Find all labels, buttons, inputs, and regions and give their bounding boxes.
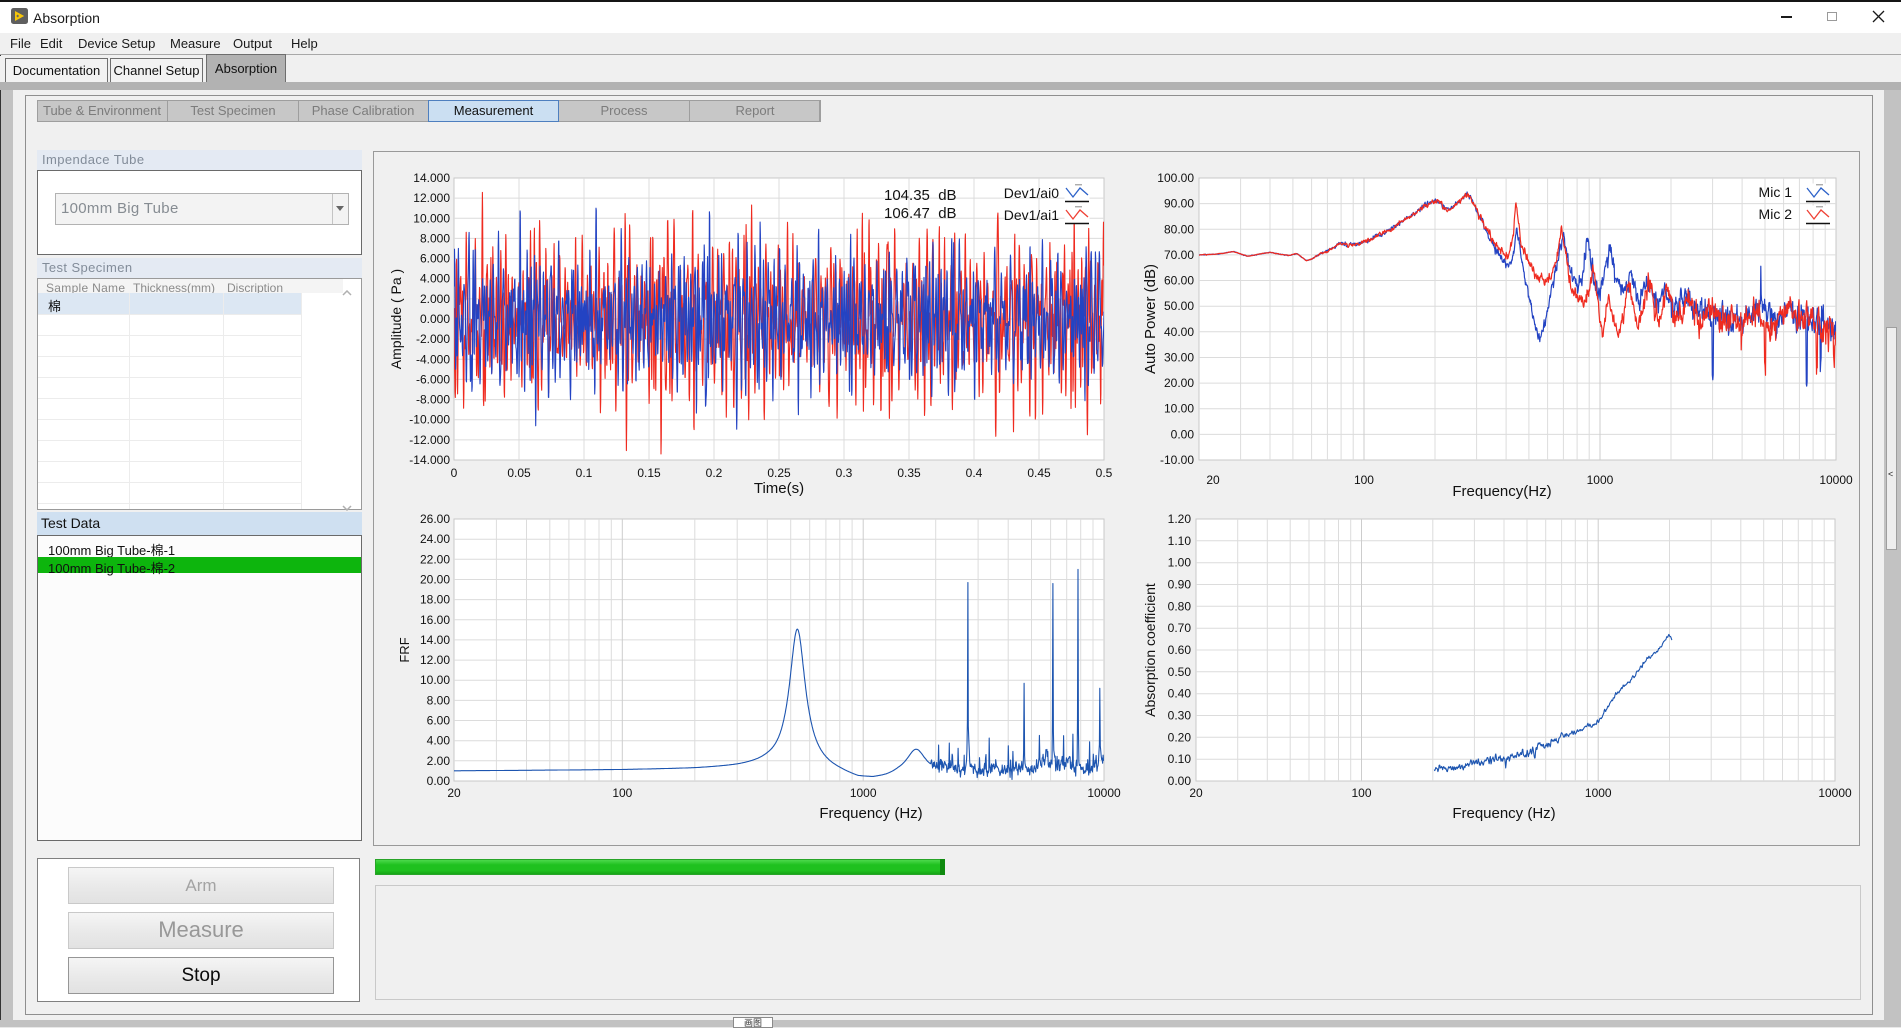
svg-text:0.4: 0.4 xyxy=(966,466,983,480)
svg-text:Dev1/ai0: Dev1/ai0 xyxy=(1004,185,1059,201)
svg-text:0.3: 0.3 xyxy=(836,466,853,480)
svg-text:100.00: 100.00 xyxy=(1157,171,1194,185)
svg-text:70.00: 70.00 xyxy=(1164,248,1194,262)
svg-text:10000: 10000 xyxy=(1818,786,1852,800)
svg-text:0.45: 0.45 xyxy=(1027,466,1051,480)
svg-text:0.20: 0.20 xyxy=(1168,730,1192,744)
svg-text:20.00: 20.00 xyxy=(420,572,450,586)
svg-text:2.00: 2.00 xyxy=(427,754,451,768)
svg-text:-6.000: -6.000 xyxy=(416,372,450,386)
svg-text:20: 20 xyxy=(1189,786,1203,800)
svg-text:Amplitude ( Pa ): Amplitude ( Pa ) xyxy=(388,269,404,369)
svg-text:14.000: 14.000 xyxy=(413,171,450,185)
svg-text:100: 100 xyxy=(1354,473,1374,487)
svg-text:0.70: 0.70 xyxy=(1168,621,1192,635)
svg-text:26.00: 26.00 xyxy=(420,512,450,526)
svg-text:24.00: 24.00 xyxy=(420,532,450,546)
svg-text:4.00: 4.00 xyxy=(427,734,451,748)
svg-text:0.60: 0.60 xyxy=(1168,643,1192,657)
svg-text:12.000: 12.000 xyxy=(413,191,450,205)
svg-text:0.1: 0.1 xyxy=(576,466,593,480)
svg-text:10.00: 10.00 xyxy=(420,673,450,687)
svg-text:0.80: 0.80 xyxy=(1168,599,1192,613)
svg-text:6.000: 6.000 xyxy=(420,252,450,266)
svg-text:1000: 1000 xyxy=(1585,786,1612,800)
svg-text:Frequency(Hz): Frequency(Hz) xyxy=(1452,483,1551,500)
svg-text:60.00: 60.00 xyxy=(1164,274,1194,288)
svg-text:-10.00: -10.00 xyxy=(1160,453,1194,467)
svg-text:-12.000: -12.000 xyxy=(409,433,450,447)
svg-text:0.90: 0.90 xyxy=(1168,578,1192,592)
svg-text:-10.000: -10.000 xyxy=(409,413,450,427)
svg-text:0.05: 0.05 xyxy=(507,466,531,480)
svg-text:0.30: 0.30 xyxy=(1168,709,1192,723)
svg-text:8.000: 8.000 xyxy=(420,231,450,245)
svg-text:20: 20 xyxy=(447,786,461,800)
svg-text:30.00: 30.00 xyxy=(1164,350,1194,364)
svg-text:1.00: 1.00 xyxy=(1168,556,1192,570)
svg-text:10.00: 10.00 xyxy=(1164,402,1194,416)
svg-text:Dev1/ai1: Dev1/ai1 xyxy=(1004,207,1059,223)
svg-text:0.25: 0.25 xyxy=(767,466,791,480)
svg-text:20.00: 20.00 xyxy=(1164,376,1194,390)
svg-text:80.00: 80.00 xyxy=(1164,222,1194,236)
svg-text:-8.000: -8.000 xyxy=(416,393,450,407)
svg-text:50.00: 50.00 xyxy=(1164,299,1194,313)
svg-text:10000: 10000 xyxy=(1087,786,1121,800)
svg-text:0.35: 0.35 xyxy=(897,466,921,480)
svg-text:40.00: 40.00 xyxy=(1164,325,1194,339)
svg-text:0: 0 xyxy=(451,466,458,480)
svg-text:100: 100 xyxy=(1351,786,1371,800)
svg-text:Frequency (Hz): Frequency (Hz) xyxy=(819,805,922,822)
svg-text:10000: 10000 xyxy=(1819,473,1853,487)
svg-text:0.000: 0.000 xyxy=(420,312,450,326)
svg-text:Frequency (Hz): Frequency (Hz) xyxy=(1452,805,1555,822)
svg-text:1000: 1000 xyxy=(850,786,877,800)
svg-text:0.2: 0.2 xyxy=(706,466,723,480)
svg-text:10.000: 10.000 xyxy=(413,211,450,225)
svg-text:Auto Power (dB): Auto Power (dB) xyxy=(1142,264,1159,374)
svg-text:2.000: 2.000 xyxy=(420,292,450,306)
svg-text:20: 20 xyxy=(1206,473,1220,487)
svg-text:14.00: 14.00 xyxy=(420,633,450,647)
svg-text:1.20: 1.20 xyxy=(1168,512,1192,526)
svg-text:-4.000: -4.000 xyxy=(416,352,450,366)
svg-text:0.40: 0.40 xyxy=(1168,687,1192,701)
svg-text:0.00: 0.00 xyxy=(1171,427,1195,441)
svg-text:104.35 dB: 104.35 dB xyxy=(884,187,957,204)
svg-text:100: 100 xyxy=(612,786,632,800)
svg-text:106.47 dB: 106.47 dB xyxy=(884,205,957,222)
svg-text:FRF: FRF xyxy=(397,637,412,662)
svg-text:Mic 2: Mic 2 xyxy=(1759,206,1793,222)
svg-text:16.00: 16.00 xyxy=(420,613,450,627)
svg-text:0.50: 0.50 xyxy=(1168,665,1192,679)
svg-text:0.00: 0.00 xyxy=(1168,774,1192,788)
svg-text:6.00: 6.00 xyxy=(427,714,451,728)
svg-text:4.000: 4.000 xyxy=(420,272,450,286)
svg-text:8.00: 8.00 xyxy=(427,693,451,707)
svg-text:Time(s): Time(s) xyxy=(754,480,804,497)
svg-text:12.00: 12.00 xyxy=(420,653,450,667)
svg-text:0.15: 0.15 xyxy=(637,466,661,480)
svg-text:22.00: 22.00 xyxy=(420,552,450,566)
svg-text:Mic 1: Mic 1 xyxy=(1759,184,1793,200)
svg-text:0.10: 0.10 xyxy=(1168,752,1192,766)
svg-text:Absorption coefficient: Absorption coefficient xyxy=(1142,583,1158,717)
svg-text:-14.000: -14.000 xyxy=(409,453,450,467)
svg-text:1.10: 1.10 xyxy=(1168,534,1192,548)
svg-text:90.00: 90.00 xyxy=(1164,197,1194,211)
svg-text:0.5: 0.5 xyxy=(1096,466,1113,480)
svg-text:-2.000: -2.000 xyxy=(416,332,450,346)
svg-text:18.00: 18.00 xyxy=(420,593,450,607)
svg-text:1000: 1000 xyxy=(1587,473,1614,487)
